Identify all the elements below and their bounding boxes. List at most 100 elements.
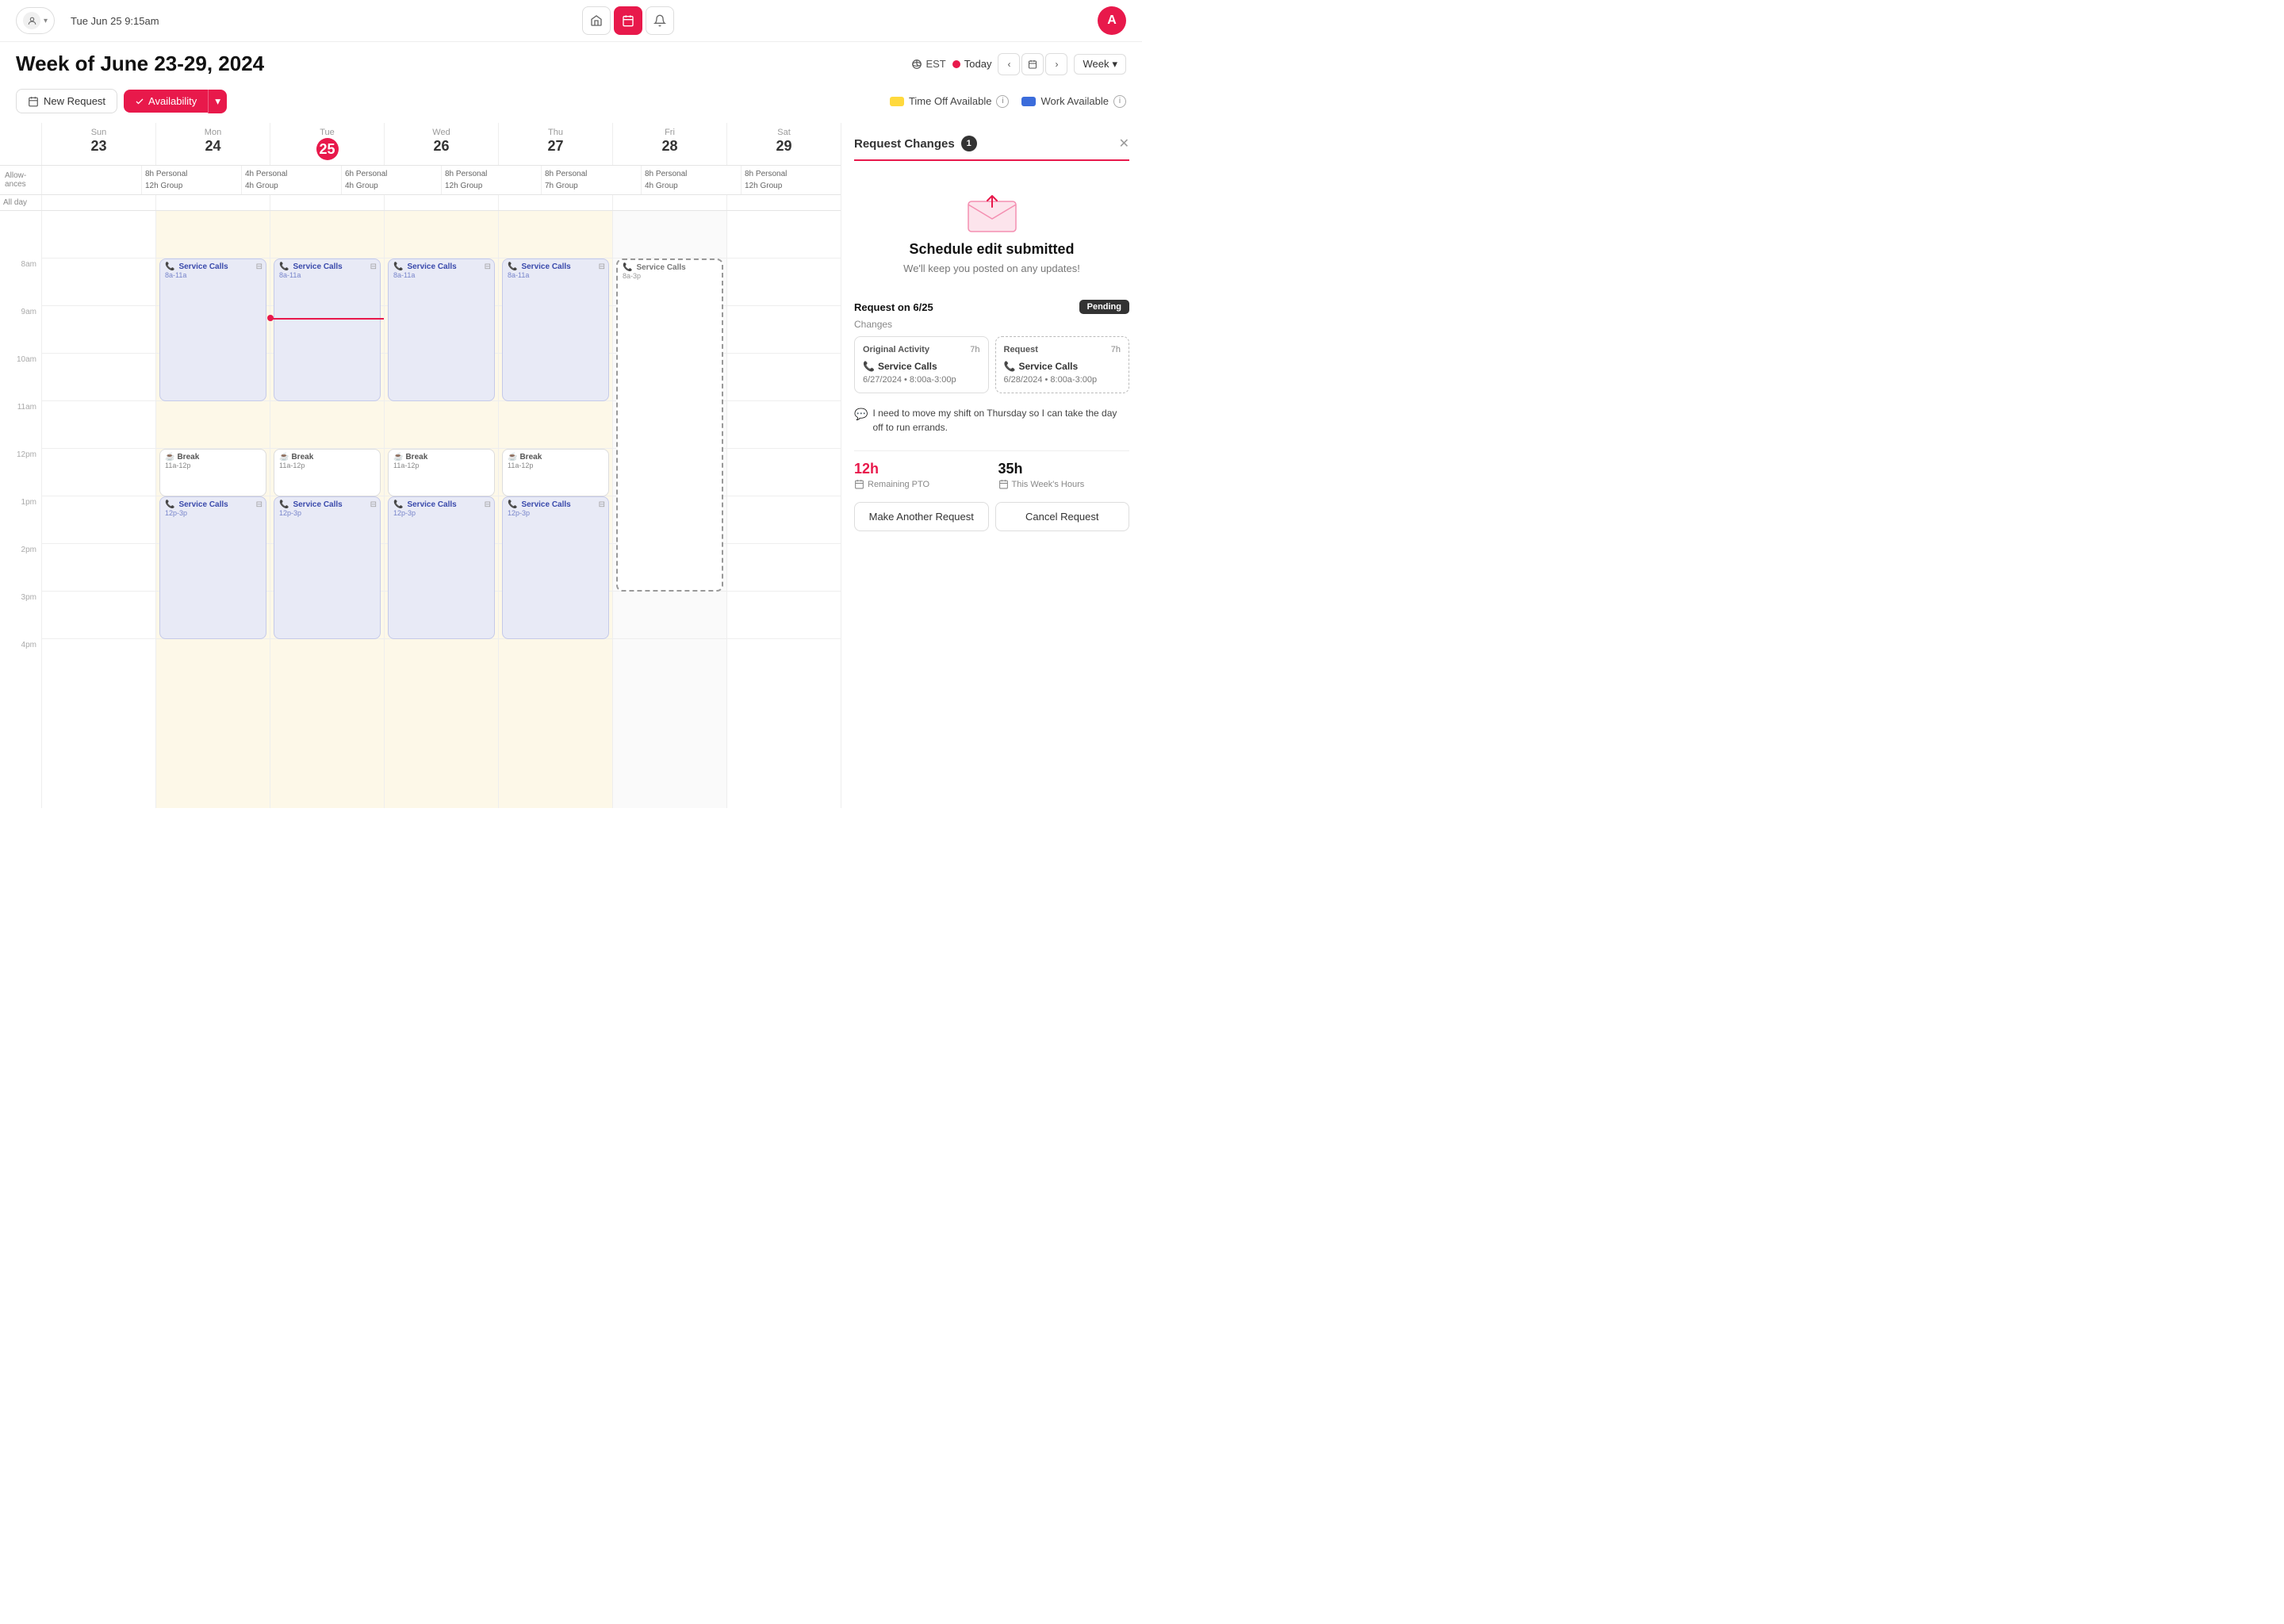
home-button[interactable] bbox=[582, 6, 611, 35]
page-title: Week of June 23-29, 2024 bbox=[16, 52, 264, 76]
calendar-header: Sun 23 Mon 24 Tue 25 Wed 26 Thu 27 Fri 2… bbox=[0, 123, 841, 166]
user-icon bbox=[23, 12, 40, 29]
event-tue-service-afternoon[interactable]: 📞 Service Calls 12p-3p ⊟ bbox=[274, 496, 381, 639]
phone-icon: 📞 bbox=[165, 500, 174, 509]
allow-cell-sun bbox=[41, 166, 141, 194]
time-gutter bbox=[0, 123, 41, 165]
calendar-button[interactable] bbox=[614, 6, 642, 35]
panel-stats: 12h Remaining PTO 35h This Week's Hours bbox=[854, 450, 1129, 489]
work-info-icon[interactable]: i bbox=[1113, 95, 1126, 108]
panel-close-button[interactable]: ✕ bbox=[1119, 136, 1129, 151]
allday-label: All day bbox=[0, 195, 41, 210]
toolbar-right: Time Off Available i Work Available i bbox=[890, 95, 1126, 108]
make-another-request-button[interactable]: Make Another Request bbox=[854, 502, 989, 531]
time-off-info-icon[interactable]: i bbox=[996, 95, 1009, 108]
event-thu-service-afternoon[interactable]: 📞 Service Calls 12p-3p ⊟ bbox=[502, 496, 609, 639]
allday-wed bbox=[384, 195, 498, 210]
main-layout: Sun 23 Mon 24 Tue 25 Wed 26 Thu 27 Fri 2… bbox=[0, 123, 1142, 808]
current-time-dot bbox=[267, 315, 274, 321]
top-bar-left: ▾ Tue Jun 25 9:15am bbox=[16, 7, 159, 34]
event-collapse-icon[interactable]: ⊟ bbox=[370, 500, 377, 509]
event-collapse-icon[interactable]: ⊟ bbox=[256, 262, 263, 271]
event-collapse-icon[interactable]: ⊟ bbox=[485, 500, 491, 509]
work-available-legend: Work Available i bbox=[1021, 95, 1126, 108]
new-request-button[interactable]: New Request bbox=[16, 89, 117, 113]
event-tue-service-morning[interactable]: 📞 Service Calls 8a-11a ⊟ bbox=[274, 259, 381, 401]
event-collapse-icon[interactable]: ⊟ bbox=[256, 500, 263, 509]
day-header-wed: Wed 26 bbox=[384, 123, 498, 165]
day-col-thu: 📞 Service Calls 8a-11a ⊟ ☕ Break bbox=[498, 211, 612, 808]
panel-badge: 1 bbox=[961, 136, 977, 151]
break-icon: ☕ bbox=[508, 453, 517, 462]
allday-mon bbox=[155, 195, 270, 210]
break-icon: ☕ bbox=[279, 453, 289, 462]
day-header-tue: Tue 25 bbox=[270, 123, 384, 165]
changes-label: Changes bbox=[854, 319, 1129, 330]
event-collapse-icon[interactable]: ⊟ bbox=[599, 262, 605, 271]
original-activity-card: Original Activity 7h 📞 Service Calls 6/2… bbox=[854, 336, 989, 393]
top-bar: ▾ Tue Jun 25 9:15am A bbox=[0, 0, 1142, 42]
allow-cell-mon: 8h Personal 12h Group bbox=[141, 166, 241, 194]
event-wed-service-morning[interactable]: 📞 Service Calls 8a-11a ⊟ bbox=[388, 259, 495, 401]
phone-icon: 📞 bbox=[393, 500, 403, 509]
event-collapse-icon[interactable]: ⊟ bbox=[599, 500, 605, 509]
hours-label: This Week's Hours bbox=[998, 479, 1130, 489]
toolbar: New Request Availability ▾ Time Off Avai… bbox=[0, 82, 1142, 123]
day-col-wed: 📞 Service Calls 8a-11a ⊟ ☕ Break bbox=[384, 211, 498, 808]
timezone-button[interactable]: EST bbox=[911, 58, 945, 70]
allow-cell-fri: 8h Personal 7h Group bbox=[541, 166, 641, 194]
day-col-mon: 📞 Service Calls 8a-11a ⊟ ☕ Break bbox=[155, 211, 270, 808]
day-header-sun: Sun 23 bbox=[41, 123, 155, 165]
event-tue-break[interactable]: ☕ Break 11a-12p bbox=[274, 449, 381, 496]
submitted-banner: Schedule edit submitted We'll keep you p… bbox=[854, 174, 1129, 290]
event-mon-service-afternoon[interactable]: 📞 Service Calls 12p-3p ⊟ bbox=[159, 496, 266, 639]
phone-icon: 📞 bbox=[393, 262, 403, 271]
prev-week-button[interactable]: ‹ bbox=[998, 53, 1020, 75]
work-available-color-swatch bbox=[1021, 97, 1036, 106]
availability-dropdown-button[interactable]: ▾ bbox=[208, 90, 227, 113]
phone-icon: 📞 bbox=[863, 361, 875, 372]
event-collapse-icon[interactable]: ⊟ bbox=[485, 262, 491, 271]
event-collapse-icon[interactable]: ⊟ bbox=[370, 262, 377, 271]
allday-fri bbox=[612, 195, 726, 210]
event-thu-service-morning[interactable]: 📞 Service Calls 8a-11a ⊟ bbox=[502, 259, 609, 401]
today-button[interactable]: Today bbox=[952, 58, 992, 70]
next-week-button[interactable]: › bbox=[1045, 53, 1067, 75]
cancel-request-button[interactable]: Cancel Request bbox=[995, 502, 1130, 531]
time-column: 8am 9am 10am 11am 12pm 1pm 2pm 3pm 4pm bbox=[0, 211, 41, 808]
day-header-mon: Mon 24 bbox=[155, 123, 270, 165]
event-mon-service-morning[interactable]: 📞 Service Calls 8a-11a ⊟ bbox=[159, 259, 266, 401]
availability-button[interactable]: Availability bbox=[124, 90, 208, 113]
nav-icons bbox=[582, 6, 674, 35]
page-header: Week of June 23-29, 2024 EST Today ‹ › W… bbox=[0, 42, 1142, 82]
phone-icon: 📞 bbox=[623, 263, 632, 272]
event-thu-break[interactable]: ☕ Break 11a-12p bbox=[502, 449, 609, 496]
phone-icon: 📞 bbox=[1004, 361, 1016, 372]
submitted-subtitle: We'll keep you posted on any updates! bbox=[862, 262, 1121, 274]
request-meta: Request on 6/25 Pending bbox=[854, 300, 1129, 314]
calendar-picker-button[interactable] bbox=[1021, 53, 1044, 75]
event-mon-break[interactable]: ☕ Break 11a-12p bbox=[159, 449, 266, 496]
calendar-area: Sun 23 Mon 24 Tue 25 Wed 26 Thu 27 Fri 2… bbox=[0, 123, 841, 808]
day-col-tue: 📞 Service Calls 8a-11a ⊟ ☕ Break bbox=[270, 211, 384, 808]
bell-button[interactable] bbox=[646, 6, 674, 35]
day-col-sat bbox=[726, 211, 841, 808]
today-dot bbox=[952, 60, 960, 68]
event-wed-break[interactable]: ☕ Break 11a-12p bbox=[388, 449, 495, 496]
allday-sun bbox=[41, 195, 155, 210]
week-nav: ‹ › bbox=[998, 53, 1067, 75]
original-time: 6/27/2024 • 8:00a-3:00p bbox=[863, 375, 980, 385]
phone-icon: 📞 bbox=[279, 500, 289, 509]
allow-cell-wed: 6h Personal 4h Group bbox=[341, 166, 441, 194]
header-controls: EST Today ‹ › Week ▾ bbox=[911, 53, 1126, 75]
allday-row: All day bbox=[0, 195, 841, 211]
user-menu-button[interactable]: ▾ bbox=[16, 7, 55, 34]
event-fri-service-dashed[interactable]: 📞 Service Calls 8a-3p bbox=[616, 259, 723, 592]
break-icon: ☕ bbox=[393, 453, 403, 462]
user-avatar[interactable]: A bbox=[1098, 6, 1126, 35]
allow-cell-tue: 4h Personal 4h Group bbox=[241, 166, 341, 194]
comment-section: 💬 I need to move my shift on Thursday so… bbox=[854, 403, 1129, 438]
day-col-sun bbox=[41, 211, 155, 808]
event-wed-service-afternoon[interactable]: 📞 Service Calls 12p-3p ⊟ bbox=[388, 496, 495, 639]
view-dropdown[interactable]: Week ▾ bbox=[1074, 54, 1126, 75]
